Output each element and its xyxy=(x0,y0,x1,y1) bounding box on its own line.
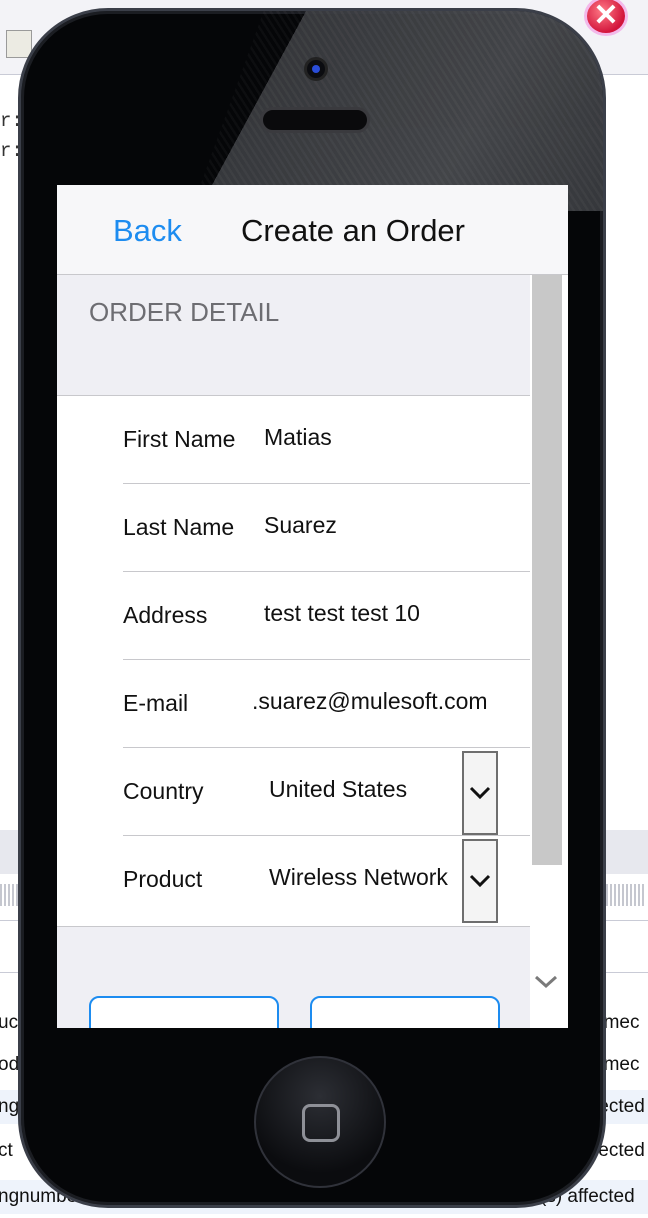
home-square-icon xyxy=(302,1104,340,1142)
action-button[interactable] xyxy=(310,996,500,1028)
last-name-row: Last Name Suarez xyxy=(57,484,530,572)
product-dropdown-button[interactable] xyxy=(462,839,498,923)
product-select[interactable]: Wireless Network xyxy=(269,864,448,891)
table-cell: ng xyxy=(0,1096,20,1117)
address-row: Address test test test 10 xyxy=(57,572,530,660)
country-label: Country xyxy=(123,778,204,804)
camera-icon xyxy=(304,57,328,81)
last-name-field[interactable]: Suarez xyxy=(264,512,337,539)
order-form: First Name Matias Last Name Suarez Addre… xyxy=(57,396,530,926)
table-cell: uc xyxy=(0,1012,19,1033)
country-row: Country United States xyxy=(57,748,530,836)
chevron-down-icon xyxy=(469,786,491,800)
speaker-grille xyxy=(260,107,370,133)
product-label: Product xyxy=(123,866,203,892)
product-row: Product Wireless Network xyxy=(57,836,530,924)
back-button[interactable]: Back xyxy=(113,213,182,249)
email-field[interactable]: .suarez@mulesoft.com xyxy=(252,688,488,715)
first-name-row: First Name Matias xyxy=(57,396,530,484)
address-field[interactable]: test test test 10 xyxy=(264,600,420,627)
chevron-down-icon xyxy=(469,874,491,888)
section-title: ORDER DETAIL xyxy=(89,297,280,327)
page-title: Create an Order xyxy=(241,213,465,248)
email-row: E-mail .suarez@mulesoft.com xyxy=(57,660,530,748)
scrollbar[interactable] xyxy=(532,275,562,865)
action-button[interactable] xyxy=(89,996,279,1028)
home-button[interactable] xyxy=(254,1056,386,1188)
grip-handle[interactable] xyxy=(606,884,646,906)
first-name-label: First Name xyxy=(123,426,236,452)
table-cell: od xyxy=(0,1054,20,1075)
scroll-down-icon[interactable] xyxy=(534,969,558,997)
last-name-label: Last Name xyxy=(123,514,235,540)
address-label: Address xyxy=(123,602,208,628)
navigation-bar: Back Create an Order xyxy=(57,185,568,275)
phone-gloss xyxy=(190,11,603,211)
phone-screen: Back Create an Order ORDER DETAIL First … xyxy=(57,185,568,1028)
email-label: E-mail xyxy=(123,690,189,716)
table-cell: ct xyxy=(0,1140,13,1161)
country-select[interactable]: United States xyxy=(269,776,407,803)
first-name-field[interactable]: Matias xyxy=(264,424,332,451)
section-header: ORDER DETAIL xyxy=(57,275,530,396)
country-dropdown-button[interactable] xyxy=(462,751,498,835)
